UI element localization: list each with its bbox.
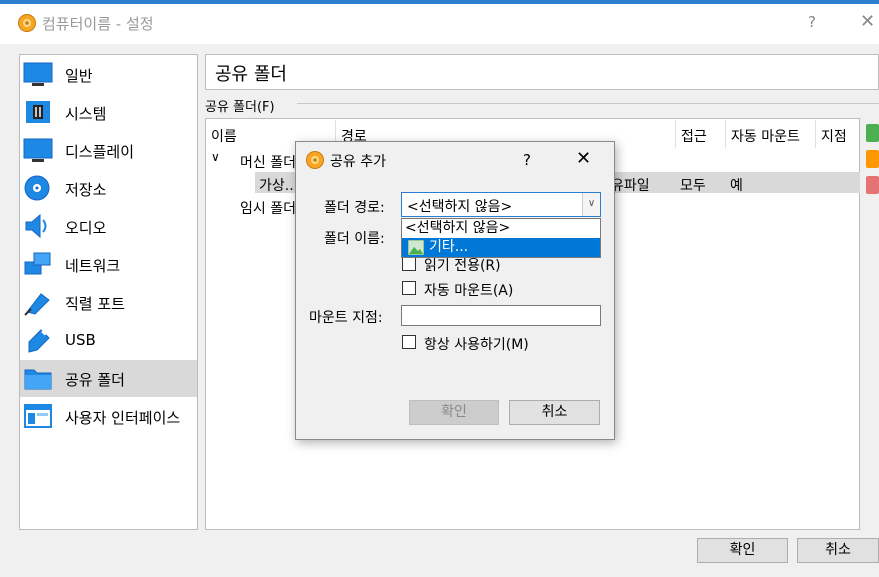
sidebar-item-label: 사용자 인터페이스 [65, 409, 181, 427]
window-title: 컴퓨터이름 - 설정 [42, 15, 154, 33]
folder-path-value: <선택하지 않음> [407, 199, 513, 215]
sidebar-item-label: 일반 [65, 67, 93, 85]
sidebar-item-shared-folders[interactable]: 공유 폴더 [20, 360, 197, 397]
table-cell-automount: 예 [730, 178, 743, 194]
folder-path-label: 폴더 경로: [324, 200, 385, 216]
sidebar-item-label: 공유 폴더 [65, 371, 125, 389]
dialog-cancel-button[interactable]: 취소 [509, 400, 600, 425]
remove-folder-icon[interactable] [866, 176, 879, 194]
chip-icon [26, 101, 50, 123]
column-divider [815, 120, 816, 148]
folder-path-combobox[interactable]: <선택하지 않음> ∨ [401, 192, 601, 217]
edit-folder-icon[interactable] [866, 150, 879, 168]
speaker-icon [25, 213, 47, 239]
mount-point-input[interactable] [401, 305, 601, 326]
sidebar-item-user-interface[interactable]: 사용자 인터페이스 [20, 398, 197, 435]
read-only-checkbox[interactable] [402, 257, 416, 271]
folder-name-label: 폴더 이름: [324, 231, 385, 247]
serial-port-icon [24, 293, 50, 316]
permanent-label[interactable]: 항상 사용하기(M) [424, 334, 529, 354]
add-folder-icon[interactable] [866, 124, 879, 142]
column-header-access[interactable]: 접근 [681, 126, 707, 146]
monitor-icon [23, 62, 53, 86]
permanent-checkbox[interactable] [402, 335, 416, 349]
network-icon [24, 252, 51, 275]
column-divider [725, 120, 726, 148]
settings-sidebar: 일반 시스템 디스플레이 저장소 오디오 네트워크 직렬 포트 USB 공유 폴… [19, 54, 198, 530]
sidebar-item-label: 저장소 [65, 181, 107, 199]
cancel-button[interactable]: 취소 [797, 538, 879, 563]
chevron-down-icon[interactable]: ∨ [582, 193, 600, 216]
ok-button[interactable]: 확인 [697, 538, 788, 563]
read-only-label[interactable]: 읽기 전용(R) [424, 255, 501, 275]
sidebar-item-network[interactable]: 네트워크 [20, 246, 197, 283]
table-cell-name: 가상... [259, 178, 299, 194]
column-divider [675, 120, 676, 148]
close-button[interactable]: ✕ [860, 11, 875, 32]
page-title-box [205, 54, 879, 90]
table-cell-path: 유파일 [611, 178, 650, 194]
folder-icon [24, 369, 52, 390]
table-row-machine-folders[interactable]: 머신 폴더 [240, 152, 296, 172]
usb-icon [28, 329, 50, 353]
dialog-title: 공유 추가 [330, 154, 386, 170]
folder-path-dropdown: <선택하지 않음> 기타... [401, 218, 601, 258]
auto-mount-checkbox[interactable] [402, 281, 416, 295]
dropdown-option-none[interactable]: <선택하지 않음> [402, 219, 600, 238]
sidebar-item-label: 네트워크 [65, 257, 121, 275]
group-divider [297, 103, 879, 104]
sidebar-item-label: 시스템 [65, 105, 107, 123]
sidebar-item-storage[interactable]: 저장소 [20, 170, 197, 207]
chevron-down-icon[interactable]: ∨ [211, 150, 220, 164]
display-icon [23, 138, 53, 162]
dialog-close-button[interactable]: ✕ [576, 148, 591, 169]
column-header-name[interactable]: 이름 [211, 126, 237, 146]
table-row-transient-folders[interactable]: 임시 폴더 [240, 198, 296, 218]
sidebar-item-audio[interactable]: 오디오 [20, 208, 197, 245]
dialog-help-button[interactable]: ? [523, 151, 531, 169]
sidebar-item-usb[interactable]: USB [20, 322, 197, 359]
help-button[interactable]: ? [808, 13, 816, 31]
dropdown-option-other[interactable]: 기타... [402, 238, 600, 257]
virtualbox-app-icon [306, 151, 324, 169]
sidebar-item-serial-ports[interactable]: 직렬 포트 [20, 284, 197, 321]
sidebar-item-display[interactable]: 디스플레이 [20, 132, 197, 169]
column-header-mount-point[interactable]: 지점 [821, 126, 847, 146]
sidebar-item-system[interactable]: 시스템 [20, 94, 197, 131]
table-cell-access: 모두 [680, 178, 706, 194]
mount-point-label: 마운트 지점: [309, 310, 383, 326]
disk-icon [24, 175, 50, 201]
image-file-icon [408, 240, 424, 255]
sidebar-item-label: 오디오 [65, 219, 107, 237]
shared-folders-group-label: 공유 폴더(F) [205, 100, 275, 115]
virtualbox-app-icon [18, 14, 36, 32]
page-title: 공유 폴더 [215, 64, 287, 85]
sidebar-item-general[interactable]: 일반 [20, 56, 197, 93]
column-header-auto-mount[interactable]: 자동 마운트 [731, 126, 800, 146]
sidebar-item-label: 직렬 포트 [65, 295, 125, 313]
dialog-ok-button[interactable]: 확인 [409, 400, 499, 425]
auto-mount-label[interactable]: 자동 마운트(A) [424, 280, 513, 300]
ui-window-icon [24, 404, 52, 428]
sidebar-item-label: 디스플레이 [65, 143, 135, 161]
dropdown-option-label: 기타... [429, 239, 469, 255]
sidebar-item-label: USB [65, 331, 96, 349]
